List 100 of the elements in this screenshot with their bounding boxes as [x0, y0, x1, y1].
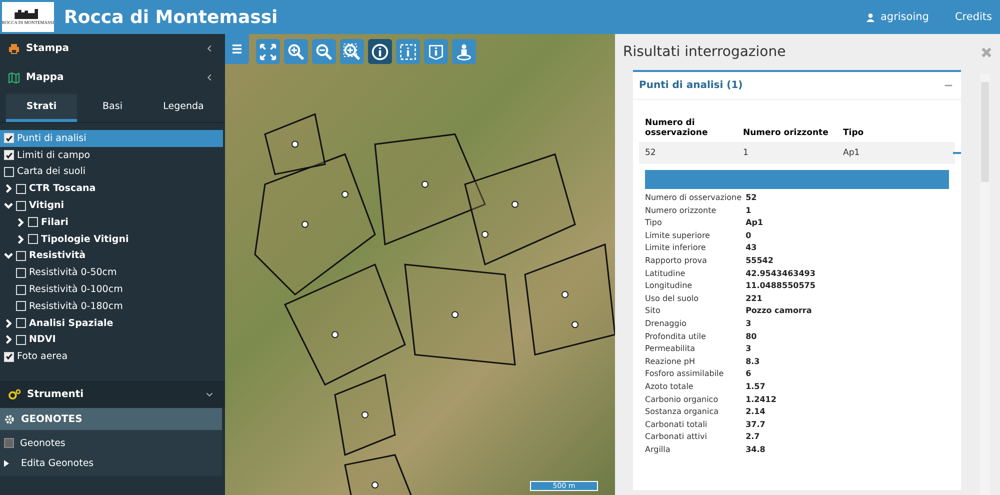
- layer-row[interactable]: Resistività 0-180cm: [0, 298, 223, 315]
- layer-label: Resistività 0-100cm: [29, 284, 123, 296]
- layer-row[interactable]: CTR Toscana: [0, 180, 223, 198]
- info-polygon-icon: [427, 42, 445, 60]
- map-tool-button[interactable]: [284, 39, 308, 64]
- chevron-down-icon[interactable]: [4, 251, 13, 260]
- property-value: 3: [746, 343, 752, 356]
- chevron-right-icon[interactable]: [4, 184, 13, 194]
- layer-row[interactable]: Foto aerea: [0, 348, 223, 366]
- section-header[interactable]: Mappa: [0, 63, 225, 92]
- group-header[interactable]: Punti di analisi (1): [633, 72, 961, 100]
- geonotes-item[interactable]: Geonotes: [0, 436, 222, 450]
- property-value: 8.3: [746, 356, 761, 368]
- property-label: Limite superiore: [645, 230, 711, 242]
- layer-row[interactable]: Punti di analisi: [0, 130, 223, 147]
- layer-label: Resistività 0-180cm: [29, 300, 123, 312]
- map-tool-button[interactable]: [368, 39, 392, 64]
- magnifier-icon: [315, 42, 333, 60]
- property-value: 221: [746, 292, 764, 305]
- layer-row[interactable]: Filari: [0, 214, 223, 231]
- layer-label: Resistività: [29, 250, 86, 262]
- table-cell-text: 1: [743, 148, 750, 158]
- property-value: 3: [746, 318, 752, 330]
- geonotes-item[interactable]: Edita Geonotes: [0, 456, 222, 470]
- checked-checkbox[interactable]: [4, 133, 14, 144]
- property-value: 55542: [746, 254, 774, 267]
- tab[interactable]: Strati: [6, 94, 77, 122]
- property-label: Permeabilita: [645, 343, 696, 356]
- property-label: Numero di osservazione: [645, 192, 742, 204]
- property-label: Uso del suolo: [645, 292, 700, 305]
- map-tool-button[interactable]: [256, 39, 280, 64]
- layer-row[interactable]: Analisi Spaziale: [0, 314, 223, 332]
- credits-link[interactable]: Credits: [954, 11, 992, 23]
- info-box-icon: [399, 42, 417, 60]
- checkbox[interactable]: [4, 438, 14, 448]
- map-tool-button[interactable]: [452, 39, 476, 64]
- chevron-down-icon[interactable]: [4, 201, 13, 210]
- person-icon: [455, 42, 473, 60]
- section-header[interactable]: Strumenti: [0, 381, 225, 408]
- property-label: Carbonati totali: [645, 418, 708, 431]
- chevron-right-icon[interactable]: [16, 234, 25, 244]
- property-value: Pozzo camorra: [746, 305, 813, 318]
- map-tool-button[interactable]: [340, 39, 364, 64]
- layer-label: Analisi Spaziale: [29, 318, 114, 329]
- app-title: Rocca di Montemassi: [64, 6, 278, 28]
- layer-label: Foto aerea: [17, 351, 68, 362]
- property-label: Tipo: [645, 217, 663, 230]
- tab[interactable]: Legenda: [148, 94, 219, 122]
- layer-row[interactable]: Tipologie Vitigni: [0, 230, 223, 248]
- map-tool-button[interactable]: [396, 39, 420, 64]
- layer-row[interactable]: Limiti di campo: [0, 146, 223, 164]
- section-header[interactable]: Stampa: [0, 34, 225, 63]
- geonotes-label: Geonotes: [20, 438, 66, 449]
- layer-label: Punti di analisi: [17, 132, 86, 144]
- layer-label: Vitigni: [29, 200, 64, 212]
- layer-label: Carta dei suoli: [17, 166, 86, 178]
- property-value: 37.7: [746, 418, 766, 431]
- map-icon: [8, 72, 20, 84]
- property-label: Limite inferiore: [645, 242, 707, 254]
- property-label: Rapporto prova: [645, 254, 708, 267]
- property-label: Reazione pH: [645, 356, 696, 368]
- layer-row[interactable]: Resistività 0-50cm: [0, 264, 223, 282]
- map-tool-button[interactable]: [312, 39, 336, 64]
- property-label: Azoto totale: [645, 380, 694, 393]
- info-icon: [371, 42, 389, 60]
- property-label: Drenaggio: [645, 318, 688, 330]
- layer-row[interactable]: Carta dei suoli: [0, 164, 223, 180]
- geonotes-label: Edita Geonotes: [21, 458, 94, 469]
- tab[interactable]: Basi: [77, 94, 148, 122]
- map-tool-button[interactable]: [424, 39, 448, 64]
- property-value: Ap1: [746, 217, 764, 230]
- property-label: Sito: [645, 305, 662, 318]
- gear-icon: [4, 414, 15, 425]
- property-label: Fosforo assimilabile: [645, 368, 725, 380]
- property-label: Latitudine: [645, 268, 686, 280]
- user-link[interactable]: agrisoing: [866, 11, 929, 23]
- checked-checkbox[interactable]: [4, 150, 14, 160]
- property-value: 2.7: [746, 431, 761, 444]
- user-icon: [866, 12, 876, 22]
- property-value: 80: [746, 330, 758, 343]
- property-value: 34.8: [746, 444, 766, 456]
- chevron-right-icon[interactable]: [4, 335, 13, 344]
- menu-button[interactable]: [225, 34, 249, 64]
- property-label: Carbonati attivi: [645, 431, 708, 444]
- layer-row[interactable]: Vitigni: [0, 197, 223, 214]
- chevron-right-icon[interactable]: [4, 318, 13, 328]
- table-cell-text: Ap1: [843, 148, 861, 158]
- chevron-right-icon[interactable]: [16, 218, 25, 227]
- section-title: Mappa: [26, 72, 64, 83]
- property-label: Argilla: [645, 444, 672, 456]
- layer-row[interactable]: NDVI: [0, 332, 223, 348]
- layer-row[interactable]: Resistività: [0, 248, 223, 264]
- layer-label: Limiti di campo: [17, 150, 90, 161]
- geonotes-header[interactable]: GEONOTES: [0, 408, 222, 430]
- checked-checkbox[interactable]: [4, 352, 14, 362]
- property-value: 2.14: [746, 406, 766, 418]
- geonotes-title: GEONOTES: [21, 414, 82, 425]
- layer-row[interactable]: Resistività 0-100cm: [0, 281, 223, 298]
- property-label: Sostanza organica: [645, 406, 720, 418]
- property-label: Longitudine: [645, 280, 694, 292]
